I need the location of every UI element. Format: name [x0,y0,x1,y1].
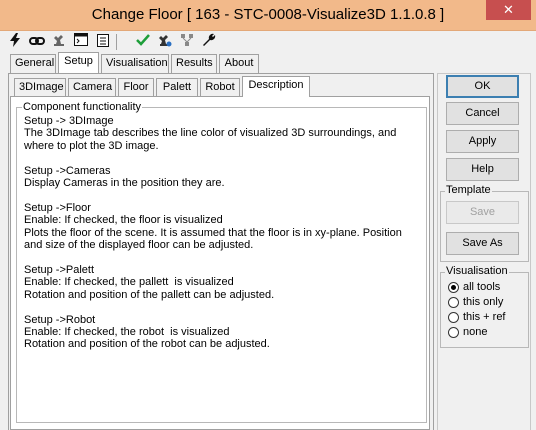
tab-results[interactable]: Results [171,54,217,73]
toolbar-separator [116,34,117,50]
title-bar: Change Floor [ 163 - STC-0008-Visualize3… [0,0,536,31]
checkmark-icon[interactable] [134,33,152,51]
radio-button[interactable] [448,327,459,338]
console-icon[interactable] [72,33,90,51]
network-icon[interactable] [178,33,196,51]
ok-button[interactable]: OK [446,75,519,98]
wrench-icon[interactable] [200,33,218,51]
robot-icon[interactable] [50,33,68,51]
template-save-as-button[interactable]: Save As [446,232,519,255]
close-icon: ✕ [503,2,514,17]
subtab-robot[interactable]: Robot [200,78,240,97]
radio-label: this only [463,296,504,308]
template-save-button[interactable]: Save [446,201,519,224]
subtab-camera[interactable]: Camera [68,78,116,97]
component-description-text: Setup -> 3DImage The 3DImage tab describ… [24,115,402,351]
clipboard-icon[interactable] [94,33,112,51]
tab-general[interactable]: General [10,54,56,73]
help-button[interactable]: Help [446,158,519,181]
radio-label: this + ref [463,311,506,323]
subtab-3dimage[interactable]: 3DImage [14,78,66,97]
subtab-floor[interactable]: Floor [118,78,154,97]
robot-gear-icon[interactable] [156,33,174,51]
template-legend: Template [445,184,492,196]
radio-button[interactable] [448,297,459,308]
component-functionality-legend: Component functionality [22,101,143,113]
tab-setup[interactable]: Setup [58,52,99,73]
chain-link-icon[interactable] [28,33,46,51]
apply-button[interactable]: Apply [446,130,519,153]
cancel-button[interactable]: Cancel [446,102,519,125]
tab-about[interactable]: About [219,54,259,73]
radio-button[interactable] [448,312,459,323]
visualisation-legend: Visualisation [445,265,509,277]
lightning-icon[interactable] [6,33,24,51]
radio-button[interactable] [448,282,459,293]
tab-visualisation[interactable]: Visualisation [101,54,169,73]
toolbar [6,33,246,51]
radio-label: none [463,326,488,338]
subtab-palett[interactable]: Palett [156,78,198,97]
subtab-description[interactable]: Description [242,76,310,97]
close-button[interactable]: ✕ [486,0,531,20]
radio-label: all tools [463,281,501,293]
window-title: Change Floor [ 163 - STC-0008-Visualize3… [91,6,445,23]
